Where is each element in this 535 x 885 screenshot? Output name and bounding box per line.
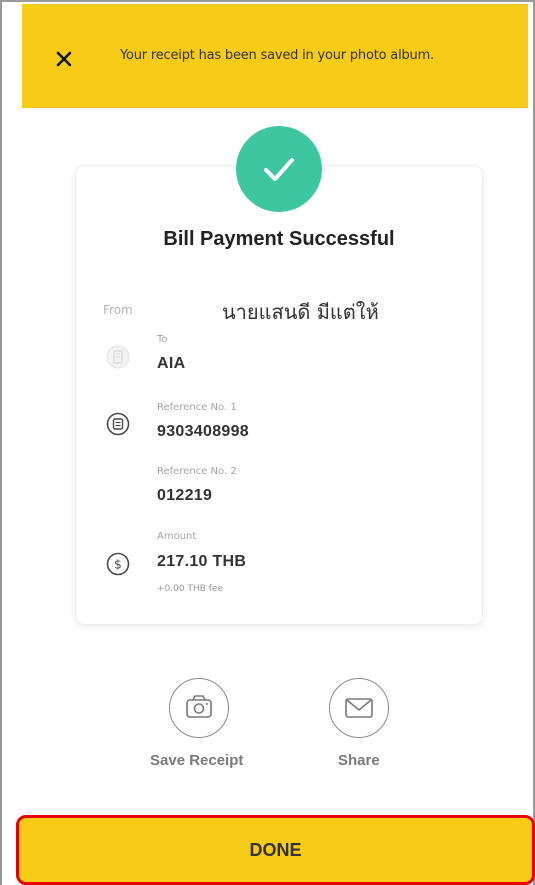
dollar-icon: $: [106, 552, 130, 580]
save-receipt-label: Save Receipt: [150, 752, 244, 769]
share-label: Share: [338, 752, 380, 769]
to-value: AIA: [157, 355, 186, 372]
envelope-icon: [345, 698, 373, 718]
ref1-label: Reference No. 1: [157, 402, 237, 413]
from-label: From: [103, 303, 133, 317]
page-title: Bill Payment Successful: [163, 228, 395, 250]
close-icon[interactable]: [54, 49, 76, 71]
done-button[interactable]: DONE: [16, 815, 535, 885]
biller-icon: [106, 345, 130, 373]
from-value: นายแสนดี มีแต่ให้: [222, 300, 379, 324]
amount-label: Amount: [157, 531, 197, 542]
ref2-value: 012219: [157, 487, 213, 504]
to-label: To: [157, 334, 168, 345]
save-receipt-button[interactable]: [169, 678, 229, 738]
share-button[interactable]: [329, 678, 389, 738]
done-label: DONE: [249, 840, 302, 860]
check-icon: [236, 126, 322, 212]
ref2-label: Reference No. 2: [157, 466, 237, 477]
document-icon: [106, 412, 130, 440]
ref1-value: 9303408998: [157, 423, 249, 440]
fee-text: +0.00 THB fee: [157, 584, 223, 594]
amount-value: 217.10 THB: [157, 553, 247, 570]
svg-text:$: $: [114, 558, 122, 572]
camera-icon: [186, 695, 212, 718]
banner-message: Your receipt has been saved in your phot…: [120, 48, 434, 63]
